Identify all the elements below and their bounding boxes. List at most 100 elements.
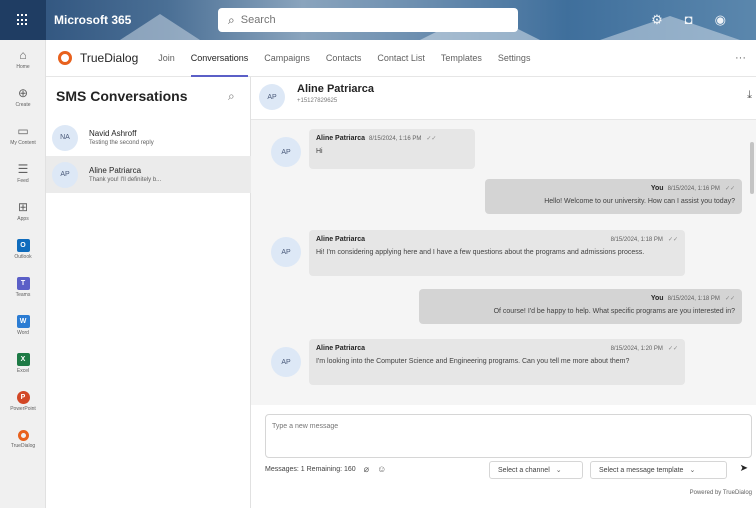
chat-pane: AP Aline Patriarca +15127829625 ⤓ AP Ali… <box>251 77 756 508</box>
global-search-box[interactable]: ⌕ <box>218 8 518 32</box>
message-sender: You <box>650 295 664 302</box>
teams-icon: T <box>16 276 30 290</box>
attach-icon[interactable]: ⌀ <box>364 464 369 475</box>
search-icon[interactable]: ⌕ <box>228 89 235 104</box>
check-icon: ✓✓ <box>724 296 735 302</box>
message-thread[interactable]: AP Aline Patriarca 8/15/2024, 1:16 PM ✓✓ H… <box>251 120 756 405</box>
word-icon: W <box>16 314 30 328</box>
rail-item-excel[interactable]: X Excel <box>0 344 46 382</box>
template-select-value: Select a message template <box>599 466 684 474</box>
contact-name: Aline Patriarca <box>297 83 375 95</box>
excel-icon: X <box>16 352 30 366</box>
app-launcher-button[interactable] <box>0 0 46 40</box>
message-sender: You <box>650 185 664 192</box>
conversation-item[interactable]: NA Navid Ashroff Testing the second repl… <box>46 119 251 156</box>
app-header: TrueDialog Join Conversations Campaigns … <box>46 40 756 77</box>
tab-join[interactable]: Join <box>158 40 175 77</box>
tab-contact-list[interactable]: Contact List <box>377 40 425 77</box>
apps-grid-icon: ⊞ <box>17 200 29 214</box>
rail-item-my-content[interactable]: ▭ My Content <box>0 116 46 154</box>
message-time: 8/15/2024, 1:20 PM <box>610 345 663 352</box>
conversation-name: Navid Ashroff <box>89 129 137 138</box>
left-app-rail: ⌂ Home ⊕ Create ▭ My Content ☰ Feed ⊞ Ap… <box>0 40 46 508</box>
chevron-down-icon: ⌄ <box>689 467 696 474</box>
m365-app-name[interactable]: Microsoft 365 <box>54 13 131 27</box>
avatar: NA <box>52 124 78 151</box>
channel-select[interactable]: Select a channel ⌄ <box>489 461 583 479</box>
message-text: Hi <box>316 148 323 155</box>
rail-item-truedialog[interactable]: TrueDialog <box>0 420 46 458</box>
emoji-icon[interactable]: ☺ <box>377 464 386 474</box>
search-icon: ⌕ <box>228 12 235 27</box>
message-sender: Aline Patriarca <box>316 236 366 243</box>
settings-icon[interactable]: ⚙ <box>651 12 663 28</box>
more-options-icon[interactable]: ··· <box>735 52 746 64</box>
rail-item-outlook[interactable]: O Outlook <box>0 230 46 268</box>
tab-campaigns[interactable]: Campaigns <box>264 40 310 77</box>
conversation-list-title: SMS Conversations <box>56 88 188 104</box>
message-text: Of course! I'd be happy to help. What sp… <box>493 308 735 315</box>
outlook-icon: O <box>16 238 30 252</box>
send-button[interactable]: ➤ <box>740 463 748 474</box>
message-text: Hi! I'm considering applying here and I … <box>316 249 645 256</box>
rail-item-home[interactable]: ⌂ Home <box>0 40 46 78</box>
tab-contacts[interactable]: Contacts <box>326 40 362 77</box>
conversation-preview: Thank you! I'll definitely b... <box>89 177 162 183</box>
folder-icon: ▭ <box>17 124 29 138</box>
rail-item-apps[interactable]: ⊞ Apps <box>0 192 46 230</box>
conversation-name: Aline Patriarca <box>89 166 142 175</box>
avatar: AP <box>271 237 301 267</box>
tab-templates[interactable]: Templates <box>441 40 482 77</box>
tab-conversations[interactable]: Conversations <box>190 40 248 77</box>
message-text: Hello! Welcome to our university. How ca… <box>544 198 735 205</box>
brand: TrueDialog <box>58 51 138 65</box>
rail-item-powerpoint[interactable]: P PowerPoint <box>0 382 46 420</box>
rail-item-teams[interactable]: T Teams <box>0 268 46 306</box>
message-sender: Aline Patriarca <box>316 135 366 142</box>
avatar: AP <box>52 161 78 188</box>
download-icon[interactable]: ⤓ <box>747 89 752 102</box>
conversation-item-selected[interactable]: AP Aline Patriarca Thank you! I'll defin… <box>46 156 251 193</box>
rail-item-word[interactable]: W Word <box>0 306 46 344</box>
plus-circle-icon: ⊕ <box>17 86 29 100</box>
avatar: AP <box>259 84 285 110</box>
chat-header: AP Aline Patriarca +15127829625 ⤓ <box>251 77 756 120</box>
message-bubble-incoming: Aline Patriarca 8/15/2024, 1:18 PM ✓✓ Hi! … <box>309 230 685 276</box>
check-icon: ✓✓ <box>667 346 678 352</box>
message-time: 8/15/2024, 1:16 PM <box>369 135 422 142</box>
m365-top-bar: Microsoft 365 ⌕ ⚙ ◘ ◉ <box>0 0 756 40</box>
message-sender: Aline Patriarca <box>316 345 366 352</box>
home-icon: ⌂ <box>19 48 27 62</box>
contact-phone: +15127829625 <box>297 98 338 104</box>
rail-item-create[interactable]: ⊕ Create <box>0 78 46 116</box>
message-bubble-outgoing: You 8/15/2024, 1:16 PM ✓✓ Hello! Welcome t… <box>485 179 742 214</box>
conversation-list-panel: SMS Conversations ⌕ NA Navid Ashroff Tes… <box>46 77 251 508</box>
truedialog-logo-icon <box>58 51 72 65</box>
message-bubble-incoming: Aline Patriarca 8/15/2024, 1:20 PM ✓✓ I'm … <box>309 339 685 385</box>
scrollbar[interactable] <box>750 142 754 194</box>
check-icon: ✓✓ <box>426 136 437 142</box>
account-icon[interactable]: ◉ <box>715 12 726 28</box>
check-icon: ✓✓ <box>724 186 735 192</box>
message-bubble-incoming: Aline Patriarca 8/15/2024, 1:16 PM ✓✓ Hi <box>309 129 475 169</box>
template-select[interactable]: Select a message template ⌄ <box>590 461 727 479</box>
message-text: I'm looking into the Computer Science an… <box>316 358 630 365</box>
powered-by-text: Powered by TrueDialog <box>689 490 752 496</box>
avatar: AP <box>271 347 301 377</box>
avatar: AP <box>271 137 301 167</box>
message-composer[interactable] <box>265 414 752 458</box>
message-time: 8/15/2024, 1:16 PM <box>667 185 720 192</box>
check-icon: ✓✓ <box>667 237 678 243</box>
tab-settings[interactable]: Settings <box>498 40 531 77</box>
truedialog-icon <box>17 429 29 441</box>
global-search-input[interactable] <box>240 14 491 26</box>
brand-name: TrueDialog <box>80 51 139 65</box>
waffle-icon <box>17 14 29 26</box>
message-time: 8/15/2024, 1:18 PM <box>610 236 663 243</box>
channel-select-value: Select a channel <box>498 466 550 474</box>
message-input[interactable] <box>266 415 751 457</box>
rail-item-feed[interactable]: ☰ Feed <box>0 154 46 192</box>
notifications-icon[interactable]: ◘ <box>685 12 693 28</box>
composer-footer: Messages: 1 Remaining: 160 ⌀ ☺ Select a … <box>265 458 752 480</box>
conversation-preview: Testing the second reply <box>89 140 154 146</box>
